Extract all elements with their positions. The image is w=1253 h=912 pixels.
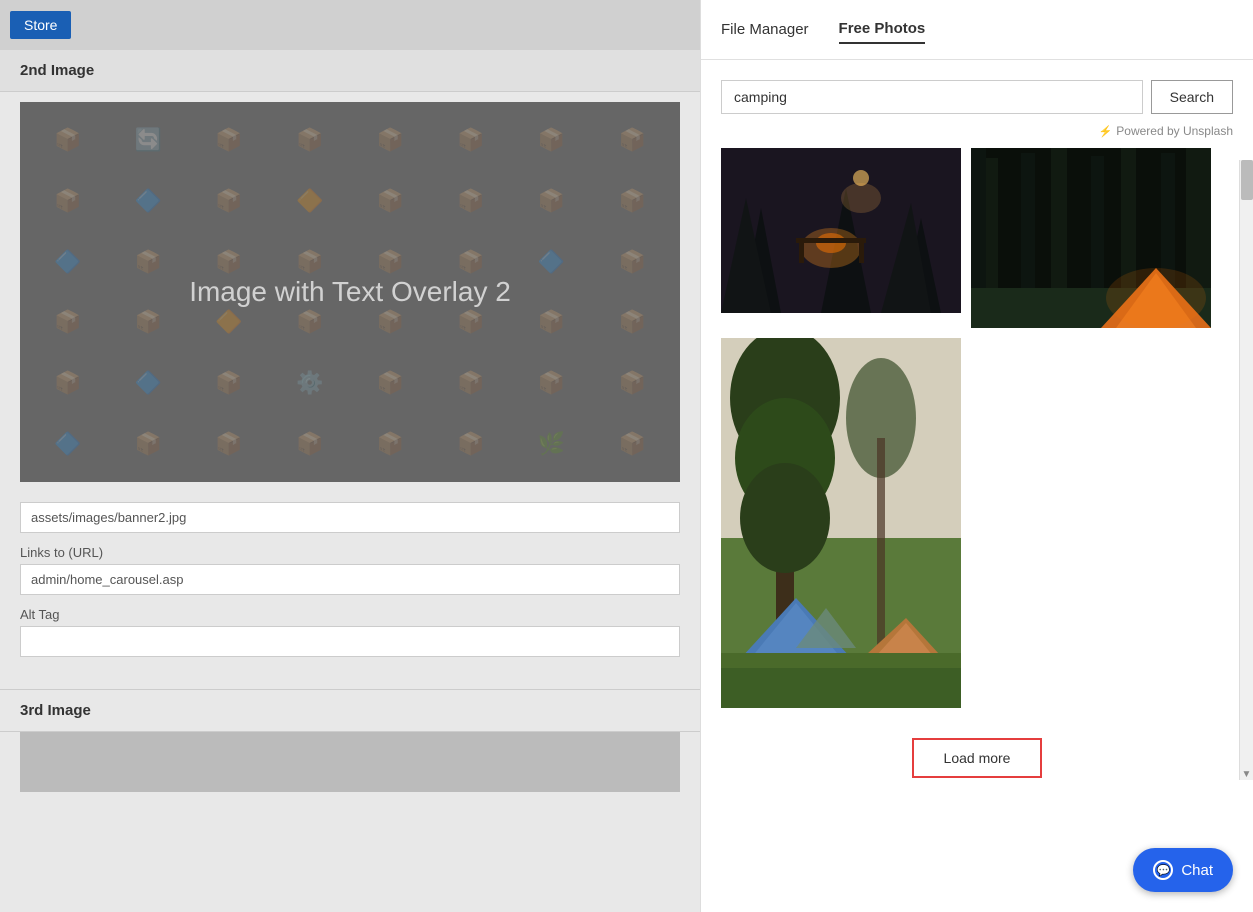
top-bar: Store [0, 0, 700, 50]
photo-item-2[interactable] [971, 148, 1211, 328]
tab-file-manager[interactable]: File Manager [721, 16, 809, 43]
search-input[interactable] [721, 80, 1143, 114]
chat-button[interactable]: 💬 Chat [1133, 848, 1233, 892]
photo-1-svg [721, 148, 961, 313]
third-image-header: 3rd Image [0, 689, 700, 732]
photo-item-3[interactable] [721, 338, 961, 708]
search-area: Search [701, 60, 1253, 124]
image-path-input[interactable] [20, 502, 680, 533]
right-header: File Manager Free Photos [701, 0, 1253, 60]
left-panel: Store 2nd Image 📦🔄📦📦📦📦📦📦 📦🔷📦🔶📦📦📦📦 🔷📦📦📦📦📦… [0, 0, 700, 912]
photos-row-2 [721, 338, 1233, 708]
photo-item-1[interactable] [721, 148, 961, 313]
photo-2-svg [971, 148, 1211, 328]
tab-free-photos[interactable]: Free Photos [839, 15, 926, 44]
third-image-area [20, 732, 680, 792]
links-to-input[interactable] [20, 564, 680, 595]
image-placeholder: 📦🔄📦📦📦📦📦📦 📦🔷📦🔶📦📦📦📦 🔷📦📦📦📦📦🔷📦 📦📦🔶📦📦📦📦📦 📦🔷📦⚙… [20, 102, 680, 482]
load-more-button[interactable]: Load more [912, 738, 1043, 778]
powered-by-text: Powered by Unsplash [1116, 124, 1233, 138]
links-to-field: Links to (URL) [20, 545, 680, 595]
alt-tag-input[interactable] [20, 626, 680, 657]
powered-by: ⚡ Powered by Unsplash [701, 124, 1253, 148]
image-path-field [20, 502, 680, 533]
search-button[interactable]: Search [1151, 80, 1233, 114]
scroll-thumb[interactable] [1241, 160, 1253, 200]
second-image-header: 2nd Image [0, 50, 700, 92]
scrollbar[interactable]: ▲ ▼ [1239, 160, 1253, 780]
alt-tag-label: Alt Tag [20, 607, 680, 622]
store-button[interactable]: Store [10, 11, 71, 39]
scroll-down-arrow[interactable]: ▼ [1240, 769, 1253, 780]
right-panel: File Manager Free Photos Search ⚡ Powere… [700, 0, 1253, 912]
photos-row-1 [721, 148, 1233, 328]
load-more-section: Load more [721, 718, 1233, 798]
links-to-label: Links to (URL) [20, 545, 680, 560]
photos-grid: Load more [701, 148, 1253, 912]
alt-tag-field: Alt Tag [20, 607, 680, 657]
form-section: Links to (URL) Alt Tag [0, 492, 700, 679]
load-more-area [971, 338, 1211, 708]
photo-3-svg [721, 338, 961, 708]
chat-icon: 💬 [1153, 860, 1173, 880]
image-overlay-text: Image with Text Overlay 2 [189, 276, 511, 308]
chat-label: Chat [1181, 862, 1213, 879]
unsplash-icon: ⚡ [1099, 125, 1113, 138]
